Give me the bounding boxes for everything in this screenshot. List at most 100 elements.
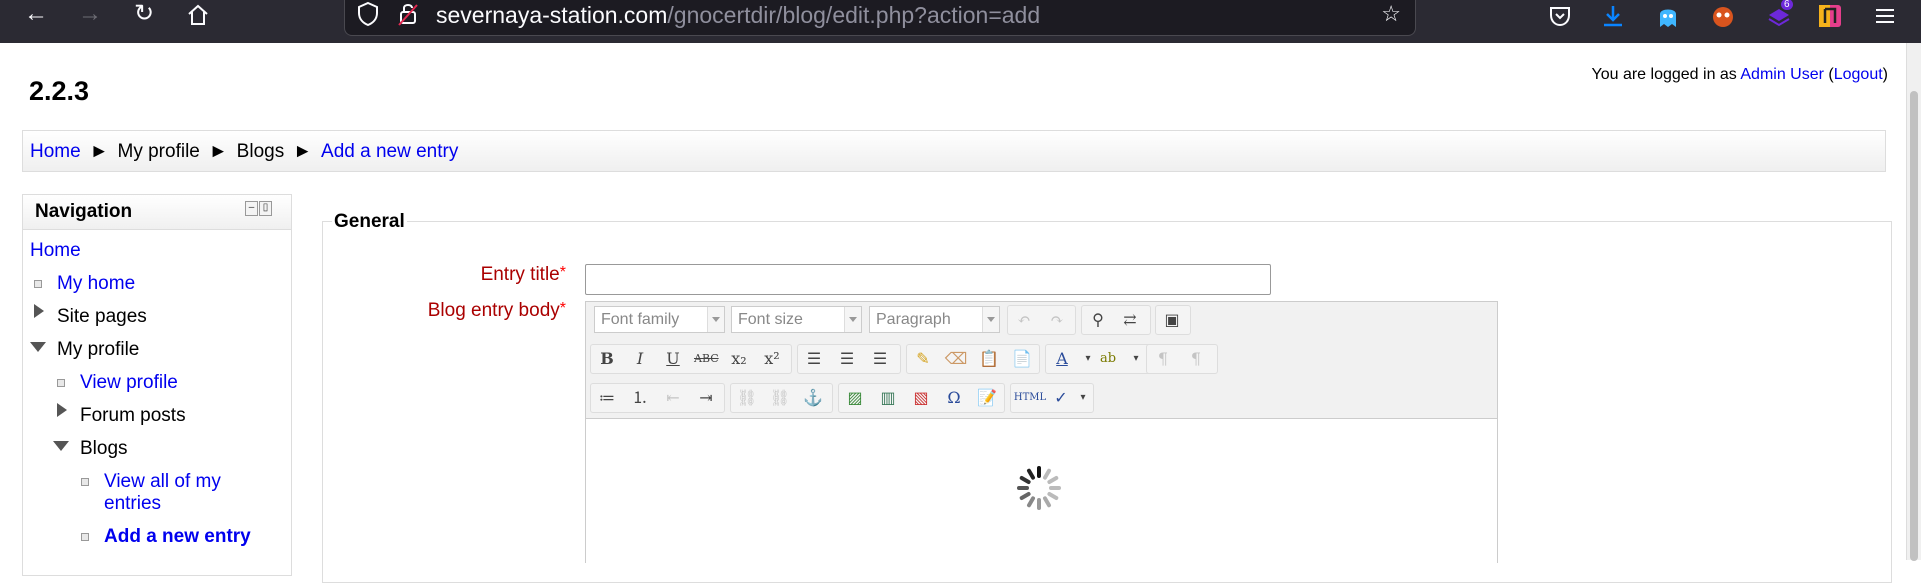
link-icon[interactable]: ⛓ bbox=[735, 386, 759, 410]
underline-icon[interactable]: U bbox=[661, 347, 685, 371]
direction-group: ¶ ¶ bbox=[1146, 344, 1218, 374]
font-family-select[interactable]: Font family bbox=[594, 306, 725, 333]
nav-view-all-entries[interactable]: View all of my bbox=[104, 470, 221, 494]
chevron-down-icon[interactable]: ▾ bbox=[1124, 347, 1148, 371]
highlight-color-icon[interactable]: ab bbox=[1096, 347, 1120, 371]
indent-icon[interactable]: ⇥ bbox=[694, 386, 718, 410]
logout-link[interactable]: Logout bbox=[1834, 66, 1883, 83]
anchor-icon[interactable]: ⚓ bbox=[801, 386, 825, 410]
ltr-icon[interactable]: ¶ bbox=[1151, 347, 1175, 371]
fieldset-legend[interactable]: General bbox=[332, 211, 407, 233]
chevron-down-icon bbox=[844, 307, 861, 332]
nav-my-profile[interactable]: My profile bbox=[57, 338, 139, 362]
entry-title-input[interactable] bbox=[585, 264, 1271, 295]
extension-badge-icon[interactable]: 6 bbox=[1765, 0, 1793, 29]
bullet-list-icon[interactable]: ≔ bbox=[595, 386, 619, 410]
undo-icon[interactable]: ↶ bbox=[1012, 308, 1036, 332]
collapse-block-icon[interactable]: – bbox=[245, 201, 258, 216]
redo-icon[interactable]: ↷ bbox=[1045, 308, 1069, 332]
chevron-down-icon[interactable]: ▾ bbox=[1071, 386, 1095, 410]
outdent-icon[interactable]: ⇤ bbox=[661, 386, 685, 410]
site-title: 2.2.3 bbox=[29, 76, 90, 106]
user-name-link[interactable]: Admin User bbox=[1740, 66, 1824, 83]
nav-blogs[interactable]: Blogs bbox=[80, 437, 128, 461]
blog-body-label: Blog entry body* bbox=[428, 300, 566, 322]
paragraph-format-select[interactable]: Paragraph bbox=[869, 306, 1000, 333]
eraser-icon[interactable]: ⌫ bbox=[944, 347, 968, 371]
address-bar[interactable]: severnaya-station.com/gnocertdir/blog/ed… bbox=[344, 0, 1416, 36]
undo-redo-group: ↶ ↷ bbox=[1007, 305, 1076, 335]
chevron-down-icon bbox=[982, 307, 999, 332]
breadcrumb-my-profile: My profile bbox=[117, 141, 200, 162]
insert-file-icon[interactable]: ▧ bbox=[909, 386, 933, 410]
text-color-icon[interactable]: A bbox=[1050, 347, 1074, 371]
align-center-icon[interactable]: ☰ bbox=[835, 347, 859, 371]
subscript-icon[interactable]: x₂ bbox=[727, 347, 751, 371]
insert-media-icon[interactable]: ▥ bbox=[876, 386, 900, 410]
font-size-select[interactable]: Font size bbox=[731, 306, 862, 333]
hamburger-menu-icon[interactable] bbox=[1872, 3, 1900, 29]
foxyproxy-icon[interactable] bbox=[1710, 3, 1738, 29]
scrollbar-thumb[interactable] bbox=[1910, 91, 1918, 561]
nav-view-profile[interactable]: View profile bbox=[80, 371, 178, 395]
paste-icon[interactable]: 📋 bbox=[977, 347, 1001, 371]
align-right-icon[interactable]: ☰ bbox=[868, 347, 892, 371]
rtl-icon[interactable]: ¶ bbox=[1184, 347, 1208, 371]
align-left-icon[interactable]: ☰ bbox=[802, 347, 826, 371]
edit-note-icon[interactable]: 📝 bbox=[975, 386, 999, 410]
breadcrumb: Home ► My profile ► Blogs ► Add a new entry bbox=[22, 130, 1886, 172]
downloads-icon[interactable] bbox=[1600, 3, 1628, 29]
navigation-block: Navigation – ▯ Home My home Site pages M… bbox=[22, 194, 292, 576]
nav-add-new-entry[interactable]: Add a new entry bbox=[104, 525, 251, 549]
nav-view-all-entries-cont[interactable]: entries bbox=[104, 492, 161, 516]
spellcheck-icon[interactable]: ✓ bbox=[1049, 386, 1073, 410]
breadcrumb-separator: ► bbox=[89, 141, 109, 162]
loading-spinner-icon bbox=[1017, 466, 1061, 510]
fullscreen-group: ▣ bbox=[1155, 305, 1191, 335]
font-family-label: Font family bbox=[601, 311, 680, 328]
expand-arrow-icon[interactable] bbox=[57, 403, 67, 417]
colorful-extension-icon[interactable] bbox=[1817, 3, 1845, 29]
bold-icon[interactable]: B bbox=[595, 347, 619, 371]
italic-icon[interactable]: I bbox=[628, 347, 652, 371]
url-domain: severnaya-station.com bbox=[436, 2, 668, 28]
nav-site-pages[interactable]: Site pages bbox=[57, 305, 147, 329]
strikethrough-icon[interactable]: ABC bbox=[694, 347, 719, 371]
breadcrumb-add-entry[interactable]: Add a new entry bbox=[321, 141, 458, 162]
breadcrumb-separator: ► bbox=[208, 141, 228, 162]
find-icon[interactable]: ⚲ bbox=[1086, 308, 1110, 332]
replace-icon[interactable]: ⇄ bbox=[1118, 308, 1142, 332]
nav-home[interactable]: Home bbox=[30, 239, 81, 263]
forward-icon: → bbox=[78, 0, 102, 27]
vertical-scrollbar[interactable] bbox=[1906, 43, 1921, 561]
link-group: ⛓ ⛓ ⚓ bbox=[730, 383, 833, 413]
html-source-icon[interactable]: HTML bbox=[1013, 386, 1047, 410]
insecure-lock-icon[interactable] bbox=[397, 1, 419, 33]
collapse-arrow-icon[interactable] bbox=[53, 441, 69, 451]
nav-forum-posts[interactable]: Forum posts bbox=[80, 404, 186, 428]
browser-toolbar: ← → ↻ severnaya-station.com/gnocertdir/b… bbox=[0, 0, 1921, 43]
special-char-icon[interactable]: Ω bbox=[942, 386, 966, 410]
back-icon[interactable]: ← bbox=[19, 0, 53, 30]
superscript-icon[interactable]: x² bbox=[760, 347, 784, 371]
font-size-label: Font size bbox=[738, 311, 803, 328]
pocket-icon[interactable] bbox=[1547, 3, 1575, 29]
home-icon[interactable] bbox=[181, 0, 215, 30]
nav-my-home[interactable]: My home bbox=[57, 272, 135, 296]
paste-word-icon[interactable]: 📄 bbox=[1010, 347, 1034, 371]
cleanup-brush-icon[interactable]: ✎ bbox=[911, 347, 935, 371]
collapse-arrow-icon[interactable] bbox=[30, 342, 46, 352]
breadcrumb-home[interactable]: Home bbox=[30, 141, 81, 162]
ghost-extension-icon[interactable] bbox=[1655, 3, 1683, 29]
numbered-list-icon[interactable]: ⒈ bbox=[628, 386, 652, 410]
fullscreen-icon[interactable]: ▣ bbox=[1160, 308, 1184, 332]
unlink-icon[interactable]: ⛓ bbox=[768, 386, 792, 410]
reload-icon[interactable]: ↻ bbox=[127, 0, 161, 30]
nav-bullet-icon bbox=[34, 280, 42, 288]
insert-image-icon[interactable]: ▨ bbox=[843, 386, 867, 410]
shield-icon[interactable] bbox=[357, 1, 379, 33]
expand-arrow-icon[interactable] bbox=[34, 304, 44, 318]
bookmark-star-icon[interactable]: ☆ bbox=[1381, 1, 1401, 27]
dock-block-icon[interactable]: ▯ bbox=[259, 201, 272, 216]
login-info: You are logged in as Admin User (Logout) bbox=[1592, 66, 1889, 84]
